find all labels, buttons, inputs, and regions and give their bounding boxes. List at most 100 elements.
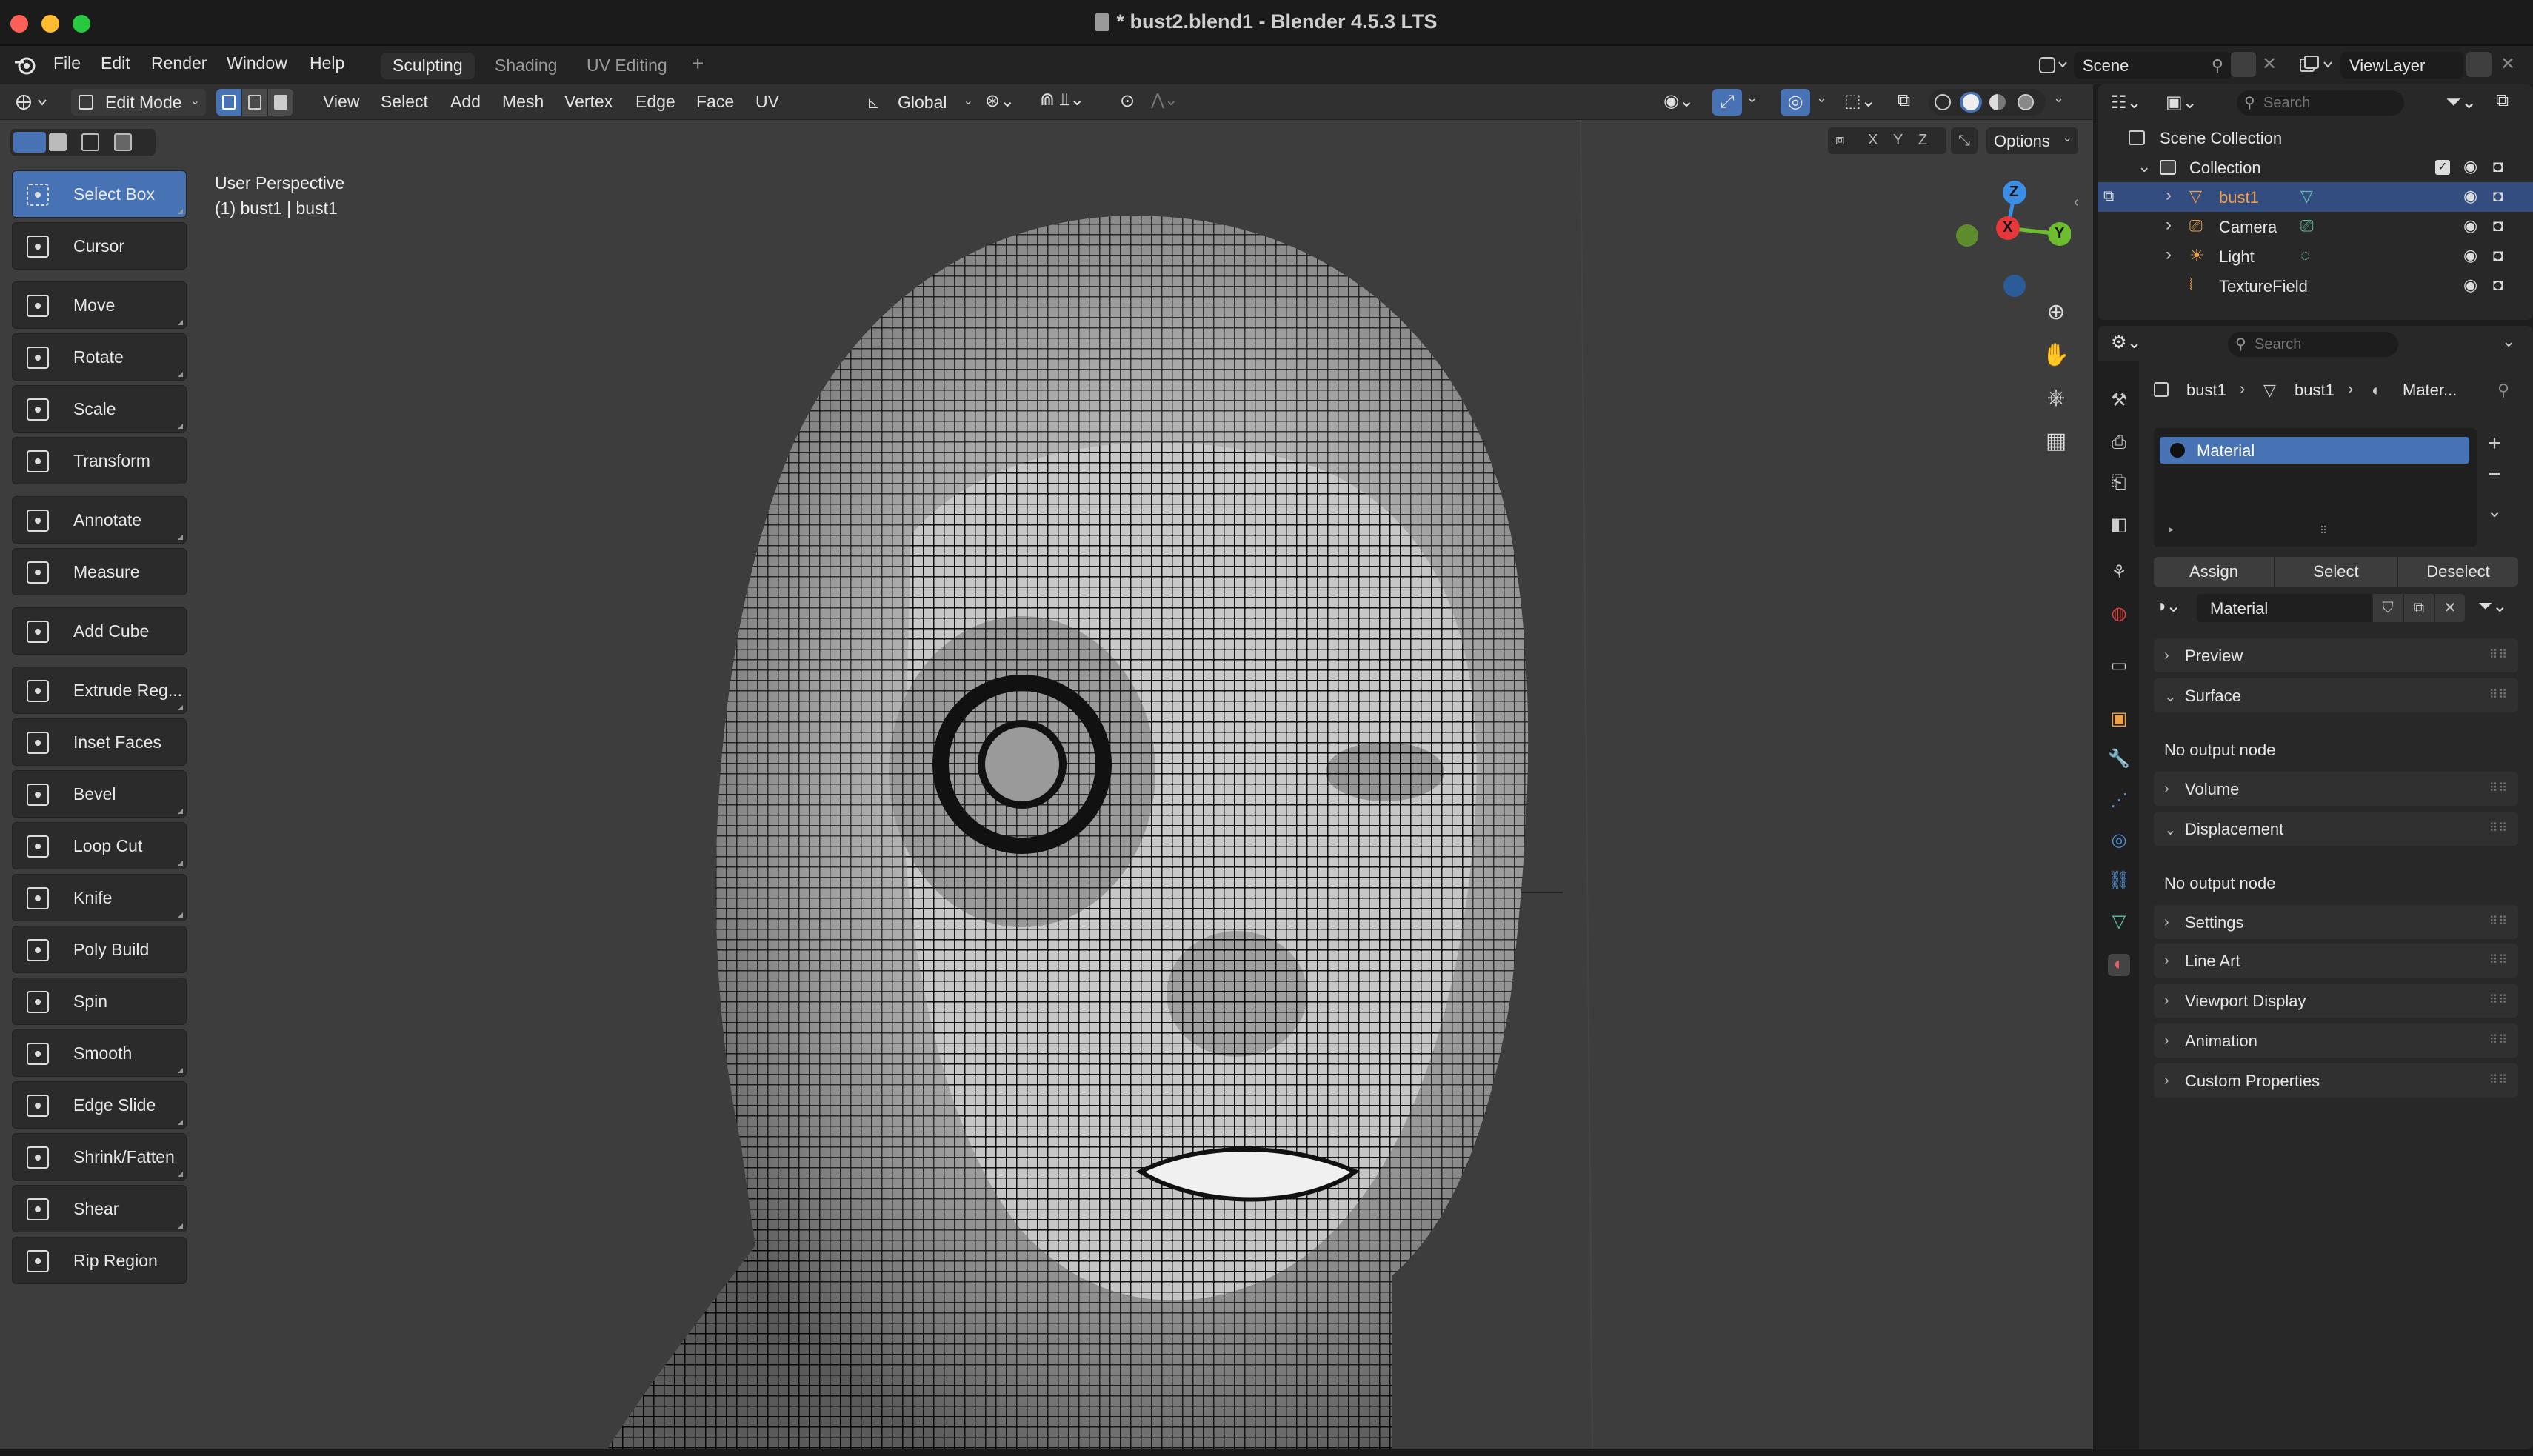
object-data-icon[interactable]: ◌ xyxy=(2300,246,2310,265)
outliner-item-light[interactable]: › ☀ Light ◌ ◉ ◘ xyxy=(2098,241,2533,271)
display-mode-icon[interactable]: ▣⌄ xyxy=(2166,92,2197,113)
mode-dropdown[interactable]: Edit Mode ⌄ xyxy=(71,89,206,116)
deselect-button[interactable]: Deselect xyxy=(2398,557,2518,587)
eye-icon[interactable]: ◉ xyxy=(2463,187,2477,206)
eye-icon[interactable]: ◉ xyxy=(2463,157,2477,176)
material-name-field[interactable]: Material xyxy=(2197,594,2372,622)
constraints-icon[interactable]: ⛓ xyxy=(2108,869,2130,892)
tool-bevel[interactable]: Bevel xyxy=(12,770,187,818)
data-icon[interactable]: ▽ xyxy=(2108,911,2130,933)
tool-poly-build[interactable]: Poly Build xyxy=(12,926,187,973)
material-tab-icon[interactable]: ◐ xyxy=(2108,954,2130,976)
axis-z-toggle[interactable]: Z xyxy=(1918,132,1927,149)
wireframe-shading-icon[interactable] xyxy=(1935,94,1951,110)
select-extend-icon[interactable] xyxy=(49,133,67,151)
particles-icon[interactable]: ⋰ xyxy=(2108,789,2130,812)
outliner-item-bust1[interactable]: ⧉ › ▽ bust1 ▽ ◉ ◘ xyxy=(2098,182,2533,212)
panel-surface[interactable]: ⌄ Surface ⠿⠿ xyxy=(2154,678,2518,712)
drag-handle-icon[interactable]: ⠿⠿ xyxy=(2489,914,2508,929)
drag-handle-icon[interactable]: ⠿⠿ xyxy=(2489,647,2508,662)
view-layer-icon[interactable]: ◧ xyxy=(2108,514,2130,536)
menu-render[interactable]: Render xyxy=(151,53,207,73)
new-collection-icon[interactable]: ⧉ xyxy=(2496,90,2509,111)
eye-icon[interactable]: ◉ xyxy=(2463,216,2477,236)
panel-custom-properties[interactable]: › Custom Properties ⠿⠿ xyxy=(2154,1063,2518,1098)
face-select-icon[interactable] xyxy=(268,89,293,116)
menu-file[interactable]: File xyxy=(53,53,81,73)
properties-editor-type-icon[interactable]: ⚙⌄ xyxy=(2111,332,2142,353)
tool-annotate[interactable]: Annotate xyxy=(12,496,187,544)
output-icon[interactable]: ⎗ xyxy=(2108,472,2130,495)
add-workspace-button[interactable]: + xyxy=(680,49,715,76)
outliner-collection[interactable]: ⌄ Collection ✓ ◉ ◘ xyxy=(2098,153,2533,182)
scene-selector-icon[interactable] xyxy=(2038,55,2068,76)
panel-line-art[interactable]: › Line Art ⠿⠿ xyxy=(2154,944,2518,978)
chevron-right-icon[interactable]: › xyxy=(2166,244,2172,265)
select-button[interactable]: Select xyxy=(2275,557,2397,587)
panel-viewport-display[interactable]: › Viewport Display ⠿⠿ xyxy=(2154,984,2518,1018)
menu-view[interactable]: View xyxy=(323,92,359,112)
editor-type-icon[interactable] xyxy=(13,90,53,114)
chevron-right-icon[interactable]: › xyxy=(2166,215,2172,236)
properties-options-icon[interactable]: ⌄ xyxy=(2502,332,2515,351)
tool-spin[interactable]: Spin xyxy=(12,978,187,1025)
pin-icon[interactable]: ⚲ xyxy=(2212,56,2223,76)
tab-sculpting[interactable]: Sculpting xyxy=(381,53,475,79)
tool-measure[interactable]: Measure xyxy=(12,548,187,595)
scene-name-field[interactable]: Scene ⚲ xyxy=(2074,52,2232,79)
menu-help[interactable]: Help xyxy=(310,53,344,73)
menu-face[interactable]: Face xyxy=(696,92,734,112)
tab-shading[interactable]: Shading xyxy=(483,53,569,79)
resize-handle-icon[interactable]: ⠿ xyxy=(2320,524,2327,537)
panel-preview[interactable]: › Preview ⠿⠿ xyxy=(2154,638,2518,672)
axis-y-toggle[interactable]: Y xyxy=(1893,132,1903,149)
exclude-checkbox[interactable]: ✓ xyxy=(2435,160,2450,175)
modifier-icon[interactable]: 🔧 xyxy=(2108,748,2130,770)
drag-handle-icon[interactable]: ⠿⠿ xyxy=(2489,687,2508,702)
tool-move[interactable]: Move xyxy=(12,281,187,329)
select-subtract-icon[interactable] xyxy=(81,133,99,151)
shading-dropdown-icon[interactable]: ⌄ xyxy=(2053,90,2064,106)
drag-handle-icon[interactable]: ⠿⠿ xyxy=(2489,1072,2508,1087)
tool-shear[interactable]: Shear xyxy=(12,1185,187,1232)
remove-view-layer-icon[interactable]: ✕ xyxy=(2500,53,2515,75)
tool-transform[interactable]: Transform xyxy=(12,437,187,484)
eye-icon[interactable]: ◉ xyxy=(2463,275,2477,295)
remove-slot-button[interactable]: − xyxy=(2481,462,2508,489)
object-data-icon[interactable]: ▽ xyxy=(2300,187,2313,206)
collection-icon[interactable]: ▭ xyxy=(2108,655,2130,677)
navigation-gizmo[interactable]: Z X Y xyxy=(1945,175,2072,301)
add-slot-button[interactable]: + xyxy=(2481,431,2508,458)
drag-handle-icon[interactable]: ⠿⠿ xyxy=(2489,781,2508,795)
tool-rotate[interactable]: Rotate xyxy=(12,333,187,381)
blender-logo-icon[interactable] xyxy=(13,55,37,76)
menu-uv[interactable]: UV xyxy=(755,92,779,112)
slot-specials-icon[interactable]: ⌄ xyxy=(2481,501,2508,527)
edge-select-icon[interactable] xyxy=(242,89,267,116)
expand-triangle-icon[interactable]: ▸ xyxy=(2169,523,2174,535)
tool-knife[interactable]: Knife xyxy=(12,874,187,921)
drag-handle-icon[interactable]: ⠿⠿ xyxy=(2489,1032,2508,1047)
tool-loop-cut[interactable]: Loop Cut xyxy=(12,822,187,869)
mesh-edit-overlay-icon[interactable]: ⬚⌄ xyxy=(1844,90,1876,112)
visibility-icon[interactable]: ◉⌄ xyxy=(1663,90,1694,112)
object-data-icon[interactable]: ⎚ xyxy=(2300,216,2314,236)
options-dropdown[interactable]: Options ⌄ xyxy=(1986,127,2078,154)
snap-icon[interactable]: ⋒ ⫫⌄ xyxy=(1035,89,1117,116)
menu-window[interactable]: Window xyxy=(227,53,287,73)
drag-handle-icon[interactable]: ⠿⠿ xyxy=(2489,821,2508,835)
menu-mesh[interactable]: Mesh xyxy=(502,92,544,112)
panel-animation[interactable]: › Animation ⠿⠿ xyxy=(2154,1023,2518,1058)
properties-search-input[interactable] xyxy=(2255,335,2388,354)
outliner-search[interactable]: ⚲ xyxy=(2237,90,2404,116)
outliner-item-camera[interactable]: › ⎚ Camera ⎚ ◉ ◘ xyxy=(2098,212,2533,241)
vertex-select-icon[interactable] xyxy=(216,89,241,116)
orientation-dropdown[interactable]: ⊾ Global ⌄ xyxy=(859,89,976,116)
tab-uv-editing[interactable]: UV Editing xyxy=(575,53,679,79)
outliner-search-input[interactable] xyxy=(2263,93,2397,113)
render-camera-icon[interactable]: ◘ xyxy=(2493,157,2503,176)
pin-icon[interactable]: ⚲ xyxy=(2497,381,2509,400)
tool-rip-region[interactable]: Rip Region xyxy=(12,1237,187,1284)
new-scene-button[interactable] xyxy=(2231,52,2256,77)
panel-displacement[interactable]: ⌄ Displacement ⠿⠿ xyxy=(2154,812,2518,846)
